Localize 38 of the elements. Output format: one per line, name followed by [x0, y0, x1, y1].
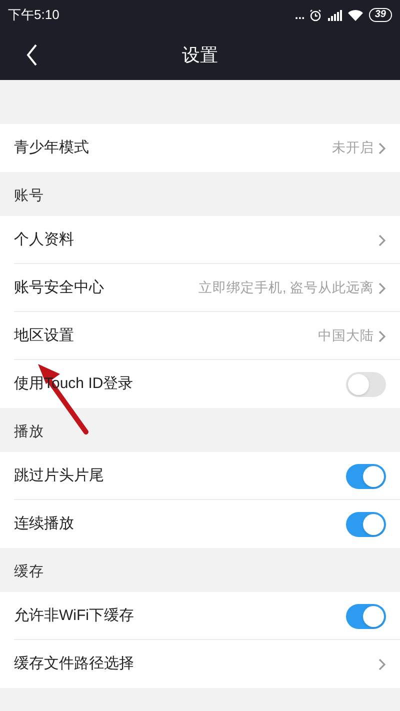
settings-row[interactable]: 账号安全中心 立即绑定手机, 盗号从此远离 [0, 264, 400, 312]
row-label: 账号安全中心 [14, 278, 104, 298]
status-dots: ... [294, 9, 305, 21]
row-label: 连续播放 [14, 514, 74, 534]
settings-row[interactable]: 青少年模式 未开启 [0, 124, 400, 172]
wifi-icon [348, 10, 363, 20]
row-value: 未开启 [332, 138, 374, 157]
settings-row[interactable]: 允许非WiFi下缓存 [0, 592, 400, 640]
row-label: 跳过片头片尾 [14, 466, 104, 486]
row-value: 中国大陆 [318, 326, 374, 345]
alarm-icon [308, 8, 322, 22]
chevron-icon [378, 282, 386, 294]
row-label: 青少年模式 [14, 138, 89, 158]
page-title: 设置 [182, 44, 218, 66]
battery-indicator: 39 [368, 8, 392, 22]
chevron-icon [378, 658, 386, 670]
row-label: 允许非WiFi下缓存 [14, 606, 134, 626]
toggle-switch[interactable] [346, 372, 386, 396]
section-header: 缓存 [14, 563, 44, 582]
settings-row[interactable]: 缓存文件路径选择 [0, 640, 400, 688]
row-value: 立即绑定手机, 盗号从此远离 [198, 278, 374, 297]
settings-row[interactable]: 地区设置 中国大陆 [0, 312, 400, 360]
section-header: 播放 [14, 423, 44, 442]
row-label: 地区设置 [14, 326, 74, 346]
toggle-switch[interactable] [346, 604, 386, 628]
toggle-switch[interactable] [346, 512, 386, 536]
chevron-icon [378, 330, 386, 342]
settings-row[interactable]: 个人资料 [0, 216, 400, 264]
chevron-icon [378, 234, 386, 246]
row-label: 缓存文件路径选择 [14, 654, 134, 674]
settings-row[interactable]: 连续播放 [0, 500, 400, 548]
chevron-icon [378, 142, 386, 154]
row-label: 个人资料 [14, 230, 74, 250]
settings-row[interactable]: 跳过片头片尾 [0, 452, 400, 500]
section-header: 账号 [14, 187, 44, 206]
signal-icon [328, 10, 342, 20]
status-time: 下午5:10 [8, 6, 60, 24]
toggle-switch[interactable] [346, 464, 386, 488]
